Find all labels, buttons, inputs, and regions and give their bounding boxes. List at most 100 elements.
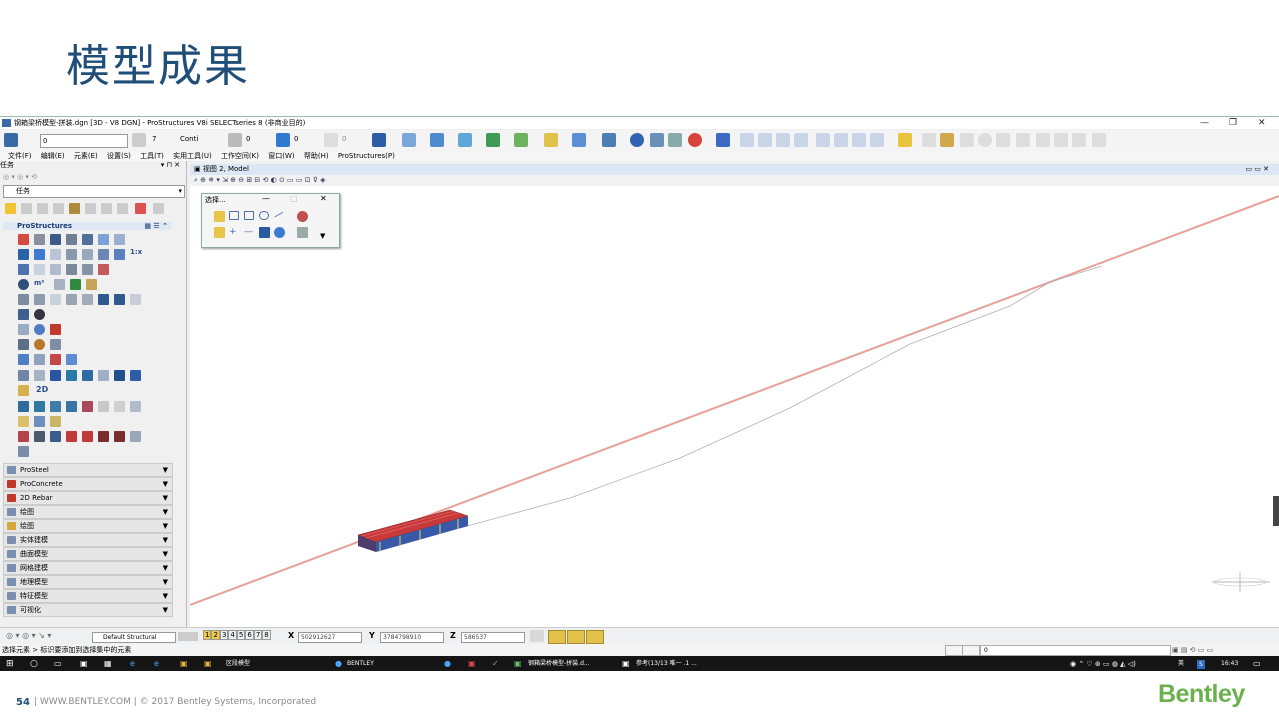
- info-icon[interactable]: [630, 133, 644, 147]
- sheet-icon[interactable]: [34, 370, 45, 381]
- pipe-icon[interactable]: [18, 401, 29, 412]
- solid-union-icon[interactable]: [816, 133, 830, 147]
- hole-icon[interactable]: [114, 234, 125, 245]
- browser-icon[interactable]: ●: [444, 656, 451, 672]
- status-nav-icons[interactable]: ◎ ▾ ◎ ▾ ↘ ▾: [6, 631, 51, 640]
- solid-subtract-icon[interactable]: [834, 133, 848, 147]
- start-icon[interactable]: ⊞: [6, 656, 14, 672]
- app-check-icon[interactable]: ✓: [492, 656, 499, 672]
- 2d-label[interactable]: 2D: [36, 385, 48, 394]
- measure-icon[interactable]: [650, 133, 664, 147]
- panel-pin-icon[interactable]: ▾ ⊓ ✕: [161, 161, 180, 170]
- y-coordinate-field[interactable]: 3784798910: [380, 632, 444, 643]
- taskbar-item-4[interactable]: 参考(13/13 唯一 .1 ...: [636, 656, 697, 672]
- point-icon[interactable]: [996, 133, 1010, 147]
- chevron-down-icon[interactable]: ▼: [163, 604, 168, 616]
- x-coordinate-field[interactable]: 502912627: [298, 632, 362, 643]
- grid-icon[interactable]: [668, 133, 682, 147]
- rotate-icon[interactable]: [82, 370, 93, 381]
- flower-icon[interactable]: [82, 401, 93, 412]
- chevron-down-icon[interactable]: ▼: [163, 464, 168, 476]
- refresh-icon[interactable]: [716, 133, 730, 147]
- transparency-value[interactable]: 0: [342, 135, 346, 143]
- curve-icon[interactable]: [1016, 133, 1030, 147]
- circle-icon[interactable]: [978, 133, 992, 147]
- view-window-controls[interactable]: ▭ ▭ ✕: [1245, 164, 1269, 175]
- measure-distance-icon[interactable]: [153, 203, 164, 214]
- purlin-icon[interactable]: [50, 294, 61, 305]
- category-surface-model[interactable]: 曲面模型 ▼: [3, 547, 173, 561]
- edit-icon[interactable]: [18, 339, 29, 350]
- rect-icon[interactable]: [18, 370, 29, 381]
- chevron-down-icon[interactable]: ▾: [178, 186, 182, 197]
- line-style-icon[interactable]: [228, 133, 242, 147]
- detail-icon[interactable]: [66, 264, 77, 275]
- level-combo[interactable]: 0: [40, 134, 128, 148]
- label-icon[interactable]: [130, 431, 141, 442]
- media-icon[interactable]: ▣: [468, 656, 476, 672]
- chevron-down-icon[interactable]: ▼: [163, 576, 168, 588]
- view-group-icon[interactable]: [178, 632, 198, 641]
- tee-alt-icon[interactable]: [114, 294, 125, 305]
- image-icon[interactable]: ▣: [180, 656, 188, 672]
- select-element-icon[interactable]: [5, 203, 16, 214]
- tag-icon[interactable]: [98, 370, 109, 381]
- taskbar-item-3[interactable]: 钢箱梁桥模型-拼装.d...: [528, 656, 590, 672]
- calendar-icon[interactable]: ▦: [104, 656, 112, 672]
- accusnap-icon[interactable]: [530, 630, 544, 642]
- chevron-down-icon[interactable]: ▼: [163, 492, 168, 504]
- cylinder-icon[interactable]: [34, 324, 45, 335]
- modify-icon[interactable]: [69, 203, 80, 214]
- clock[interactable]: 16:43: [1221, 656, 1238, 672]
- category-proconcrete[interactable]: ProConcrete ▼: [3, 477, 173, 491]
- store-icon[interactable]: ▣: [80, 656, 88, 672]
- cube-iso-icon[interactable]: [794, 133, 808, 147]
- chevron-down-icon[interactable]: ▼: [163, 520, 168, 532]
- hook-tool-icon[interactable]: [114, 401, 125, 412]
- intersect-icon[interactable]: [1036, 133, 1050, 147]
- color-value[interactable]: 0: [294, 135, 298, 143]
- microstation-icon[interactable]: ▣: [514, 656, 522, 672]
- box-icon[interactable]: [18, 324, 29, 335]
- snap-mode-3-icon[interactable]: [586, 630, 604, 644]
- transfer-icon[interactable]: [34, 249, 45, 260]
- raster-icon[interactable]: [486, 133, 500, 147]
- solid-intersect-icon[interactable]: [852, 133, 866, 147]
- save-icon[interactable]: [962, 645, 980, 656]
- sketch-icon[interactable]: [130, 370, 141, 381]
- style-value[interactable]: Conti: [180, 135, 198, 143]
- area-label[interactable]: m²: [34, 279, 44, 287]
- duct-icon[interactable]: [34, 401, 45, 412]
- tray-icon[interactable]: [66, 401, 77, 412]
- view-button-2[interactable]: 2: [211, 630, 220, 640]
- dimension-icon[interactable]: [18, 385, 29, 396]
- minimize-button[interactable]: —: [1200, 117, 1209, 129]
- split-icon[interactable]: [130, 401, 141, 412]
- chevron-down-icon[interactable]: ▼: [163, 478, 168, 490]
- axis-icon[interactable]: [18, 264, 29, 275]
- category-drawing[interactable]: 绘图 ▼: [3, 505, 173, 519]
- fence-select-icon[interactable]: [21, 203, 32, 214]
- truss-icon[interactable]: [54, 279, 65, 290]
- cut-line-icon[interactable]: [50, 324, 61, 335]
- menu-workspace[interactable]: 工作空间(K): [221, 152, 259, 160]
- view-window[interactable]: ▣ 视图 2, Model ▭ ▭ ✕ ⌕ ⊕ ✵ ▾ ⇲ ⊕ ⊖ ⊞ ⊟ ⟲ …: [190, 164, 1279, 627]
- chevron-down-icon[interactable]: ▼: [163, 562, 168, 574]
- cube-top-icon[interactable]: [758, 133, 772, 147]
- category-terrain-model[interactable]: 地理模型 ▼: [3, 575, 173, 589]
- trim-icon[interactable]: [1054, 133, 1068, 147]
- weight-icon[interactable]: [132, 133, 146, 147]
- marker-icon[interactable]: [18, 309, 29, 320]
- taskbar-item-1[interactable]: 区段模型: [226, 656, 250, 672]
- snap-mode-icon[interactable]: [548, 630, 566, 644]
- shape-icon[interactable]: [18, 234, 29, 245]
- offset-icon[interactable]: [114, 249, 125, 260]
- rebar-icon[interactable]: [18, 416, 29, 427]
- taskbar-item-2[interactable]: BENTLEY: [347, 656, 374, 672]
- weld-icon[interactable]: [98, 234, 109, 245]
- clash-icon[interactable]: [98, 264, 109, 275]
- scale-icon[interactable]: [117, 203, 128, 214]
- delete-icon[interactable]: [135, 203, 146, 214]
- rebar-schedule-icon[interactable]: [114, 431, 125, 442]
- menu-window[interactable]: 窗口(W): [268, 152, 294, 160]
